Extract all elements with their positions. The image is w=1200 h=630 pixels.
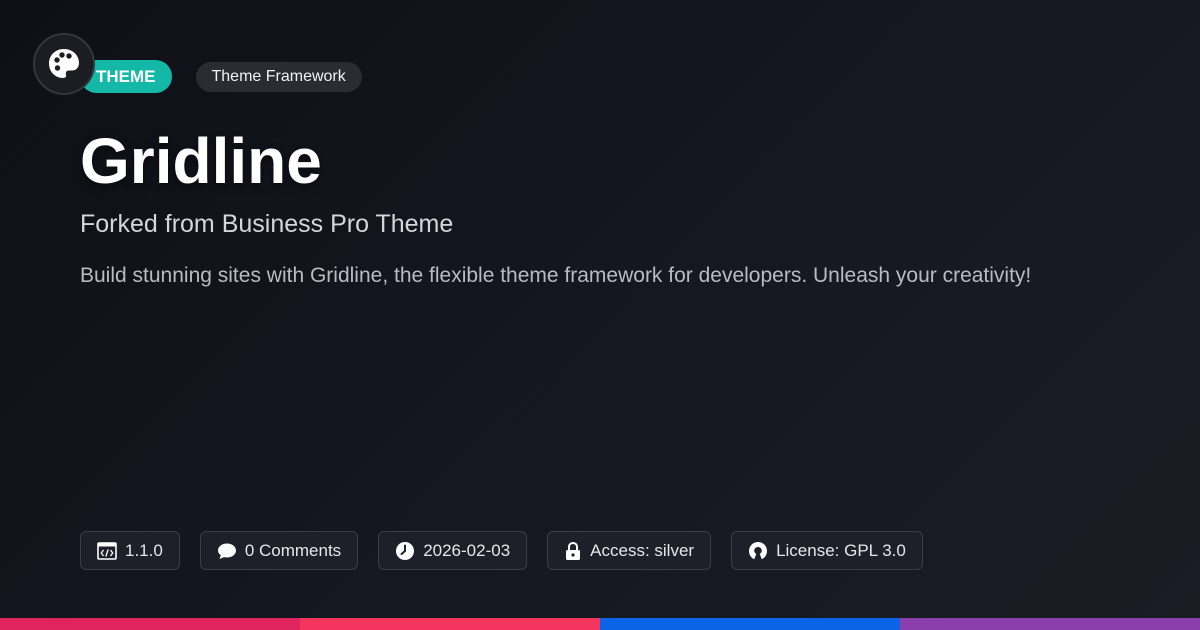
- lock-icon: [566, 541, 581, 560]
- page-title: Gridline: [80, 125, 322, 197]
- meta-row: 1.1.0 0 Comments 2026-02-03 Access: silv…: [80, 531, 943, 570]
- open-source-icon: [749, 541, 768, 559]
- color-stripe: [0, 618, 1200, 630]
- description: Build stunning sites with Gridline, the …: [80, 264, 1032, 287]
- license-label: License: GPL 3.0: [776, 540, 906, 560]
- comments-chip: 0 Comments: [199, 531, 359, 570]
- tag-row: THEME Theme Framework: [80, 60, 362, 93]
- comment-bubble-icon: [217, 543, 236, 559]
- stripe-segment: [600, 618, 900, 630]
- license-chip: License: GPL 3.0: [731, 531, 923, 570]
- date-chip: 2026-02-03: [378, 531, 528, 570]
- type-badge: Theme Framework: [195, 61, 362, 92]
- stripe-segment: [300, 618, 600, 630]
- stripe-segment: [0, 618, 300, 630]
- brand-logo: [33, 33, 95, 95]
- palette-icon: [49, 49, 79, 78]
- code-window-icon: [97, 541, 117, 560]
- stripe-segment: [900, 618, 1200, 630]
- date-label: 2026-02-03: [423, 540, 511, 560]
- access-chip: Access: silver: [547, 531, 712, 570]
- access-label: Access: silver: [590, 540, 695, 560]
- version-chip: 1.1.0: [80, 531, 180, 570]
- version-label: 1.1.0: [125, 540, 163, 560]
- comments-label: 0 Comments: [244, 540, 342, 560]
- subtitle: Forked from Business Pro Theme: [80, 210, 454, 238]
- clock-icon: [396, 541, 415, 560]
